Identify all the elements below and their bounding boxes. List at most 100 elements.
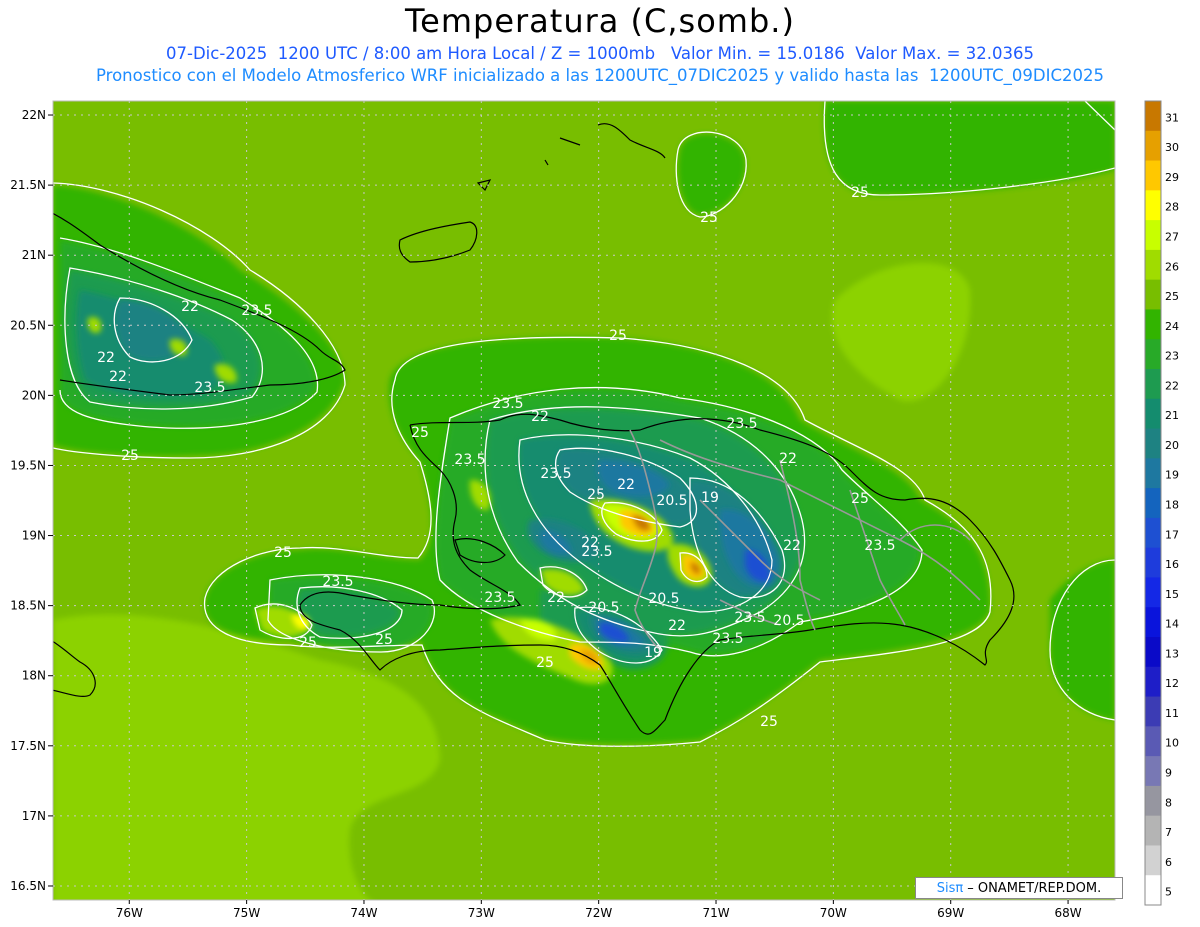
colorbar-swatch	[1145, 696, 1161, 727]
colorbar-swatch	[1145, 547, 1161, 578]
contour-label: 23.5	[194, 380, 225, 396]
colorbar-label: 11	[1165, 707, 1179, 720]
lat-tick-label: 19.5N	[10, 458, 46, 472]
contour-label: 23.5	[726, 416, 757, 432]
colorbar-label: 9	[1165, 766, 1172, 779]
colorbar-label: 24	[1165, 320, 1179, 333]
colorbar-label: 29	[1165, 171, 1179, 184]
lon-tick-label: 69W	[937, 906, 964, 920]
contour-label: 25	[587, 487, 605, 503]
colorbar-swatch	[1145, 607, 1161, 638]
colorbar-label: 7	[1165, 826, 1172, 839]
contour-label: 25	[411, 425, 429, 441]
lat-tick-label: 17.5N	[10, 739, 46, 753]
contour-label: 20.5	[588, 600, 619, 616]
colorbar-label: 19	[1165, 469, 1179, 482]
contour-label: 25	[609, 328, 627, 344]
lat-tick-label: 20.5N	[10, 318, 46, 332]
lat-tick-label: 16.5N	[10, 879, 46, 893]
colorbar-label: 30	[1165, 141, 1179, 154]
contour-label: 22	[181, 299, 199, 315]
lon-tick-label: 73W	[468, 906, 495, 920]
lat-tick-label: 18.5N	[10, 599, 46, 613]
colorbar-swatch	[1145, 577, 1161, 608]
contour-label: 22	[581, 535, 599, 551]
contour-label: 22	[97, 350, 115, 366]
colorbar-swatch	[1145, 517, 1161, 549]
contour-label: 19	[701, 490, 719, 506]
contour-label: 25	[700, 210, 718, 226]
colorbar-label: 20	[1165, 439, 1179, 452]
contour-label: 25	[375, 632, 393, 648]
colorbar-label: 27	[1165, 230, 1179, 243]
colorbar-label: 23	[1165, 350, 1179, 363]
contour-label: 22	[531, 409, 549, 425]
colorbar-swatch	[1145, 101, 1161, 132]
colorbar-label: 22	[1165, 379, 1179, 392]
colorbar-label: 12	[1165, 677, 1179, 690]
contour-label: 19	[644, 645, 662, 661]
colorbar-swatch	[1145, 488, 1161, 519]
colorbar-swatch	[1145, 160, 1161, 191]
contour-label: 22	[547, 590, 565, 606]
contour-label: 22	[109, 369, 127, 385]
contour-label: 23.5	[241, 303, 272, 319]
colorbar-swatch	[1145, 785, 1161, 817]
contour-label: 22	[779, 451, 797, 467]
colorbar-label: 5	[1165, 886, 1172, 899]
contour-label: 25	[851, 185, 869, 201]
credit-text: – ONAMET/REP.DOM.	[967, 880, 1102, 896]
colorbar-label: 31	[1165, 111, 1179, 124]
contour-label: 23.5	[540, 466, 571, 482]
lat-tick-label: 21N	[22, 248, 46, 262]
colorbar-swatch	[1145, 249, 1161, 281]
contour-label: 25	[760, 714, 778, 730]
contour-label: 25	[536, 655, 554, 671]
contour-label: 20.5	[656, 493, 687, 509]
contour-label: 23.5	[734, 610, 765, 626]
colorbar-label: 26	[1165, 260, 1179, 273]
colorbar-label: 6	[1165, 856, 1172, 869]
model-info-line: Pronostico con el Modelo Atmosferico WRF…	[96, 66, 1104, 85]
colorbar-swatch	[1145, 428, 1161, 459]
colorbar-swatch	[1145, 815, 1161, 846]
lat-tick-label: 17N	[22, 809, 46, 823]
colorbar-label: 8	[1165, 796, 1172, 809]
temperature-map: 25 25 25 25 25 25 25 25 25 25 25 25 23.5 23.5 23.5 23.5…	[10, 100, 1179, 920]
forecast-time-line: 07-Dic-2025 1200 UTC / 8:00 am Hora Loca…	[166, 44, 1034, 63]
lat-tick-label: 21.5N	[10, 178, 46, 192]
contour-label: 23.5	[492, 396, 523, 412]
contour-label: 20.5	[648, 591, 679, 607]
contour-label: 22	[668, 618, 686, 634]
colorbar-swatch	[1145, 339, 1161, 370]
lat-tick-label: 20N	[22, 388, 46, 402]
contour-label: 25	[274, 545, 292, 561]
contour-label: 23.5	[484, 590, 515, 606]
lon-tick-label: 75W	[233, 906, 260, 920]
lon-tick-label: 72W	[585, 906, 612, 920]
colorbar-swatch	[1145, 279, 1161, 310]
colorbar-swatch	[1145, 726, 1161, 757]
credit-box: Sisπ – ONAMET/REP.DOM.	[915, 877, 1123, 899]
colorbar-label: 15	[1165, 588, 1179, 601]
colorbar-swatch	[1145, 845, 1161, 876]
chart-title: Temperatura (C,somb.)	[405, 2, 795, 40]
latitude-axis: 22N 21.5N 21N 20.5N 20N 19.5N 19N 18.5N 18N 17.5N…	[10, 108, 53, 893]
colorbar-label: 10	[1165, 737, 1179, 750]
lon-tick-label: 70W	[820, 906, 847, 920]
colorbar-swatch	[1145, 130, 1161, 162]
colorbar-swatch	[1145, 756, 1161, 787]
colorbar-swatch	[1145, 875, 1161, 906]
colorbar-label: 17	[1165, 528, 1179, 541]
contour-label: 20.5	[773, 613, 804, 629]
colorbar-label: 18	[1165, 498, 1179, 511]
colorbar-label: 25	[1165, 290, 1179, 303]
temperature-field: 25 25 25 25 25 25 25 25 25 25 25 25 23.5 23.5 23.5 23.5…	[53, 101, 1115, 900]
contour-label: 25	[299, 635, 317, 651]
sispi-logo: Sisπ	[936, 880, 964, 896]
contour-label: 23.5	[864, 538, 895, 554]
colorbar: 31 30 29 28 27 26 25 24 23 22 21 20 19 18 17 16 15 14 13 12…	[1144, 100, 1179, 906]
lat-tick-label: 22N	[22, 108, 46, 122]
colorbar-swatch	[1145, 637, 1161, 668]
colorbar-swatch	[1145, 398, 1161, 430]
